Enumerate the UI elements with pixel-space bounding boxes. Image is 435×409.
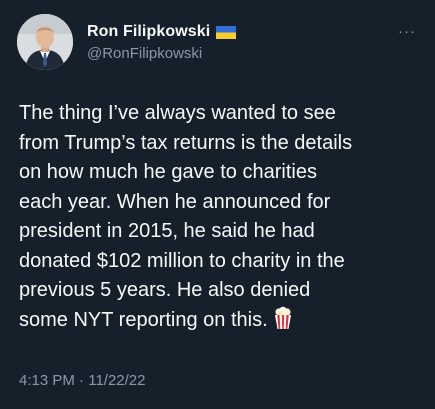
tweet-time: 4:13 PM (19, 372, 75, 389)
more-options-icon[interactable]: ··· (393, 22, 421, 42)
tweet-line: on how much he gave to charities (19, 161, 317, 183)
user-handle[interactable]: @RonFilipkowski (87, 45, 202, 62)
tweet-line-last: some NYT reporting on this. (19, 306, 424, 336)
tweet-date: 11/22/22 (88, 372, 146, 389)
tweet-text: The thing I’ve always wanted to see from… (19, 99, 424, 335)
display-name[interactable]: Ron Filipkowski (87, 23, 210, 41)
tweet-line-text: some NYT reporting on this. (19, 308, 268, 331)
tweet-line: The thing I’ve always wanted to see (19, 102, 336, 124)
tweet-line: from Trump’s tax returns is the details (19, 131, 353, 154)
name-row: Ron Filipkowski (87, 22, 237, 42)
avatar-photo (17, 14, 73, 70)
tweet-line: president in 2015, he said he had (19, 220, 315, 242)
ukraine-flag-icon (216, 25, 237, 39)
tweet-line: previous 5 years. He also denied (19, 279, 311, 301)
tweet-timestamp[interactable]: 4:13 PM · 11/22/22 (19, 372, 146, 389)
tweet-line: donated $102 million to charity in the (19, 249, 345, 272)
tweet-card: Ron Filipkowski @RonFilipkowski ··· The … (0, 0, 435, 409)
tweet-line: each year. When he announced for (19, 190, 331, 213)
avatar[interactable] (17, 14, 73, 70)
meta-separator: · (74, 372, 89, 389)
popcorn-icon (272, 306, 294, 330)
